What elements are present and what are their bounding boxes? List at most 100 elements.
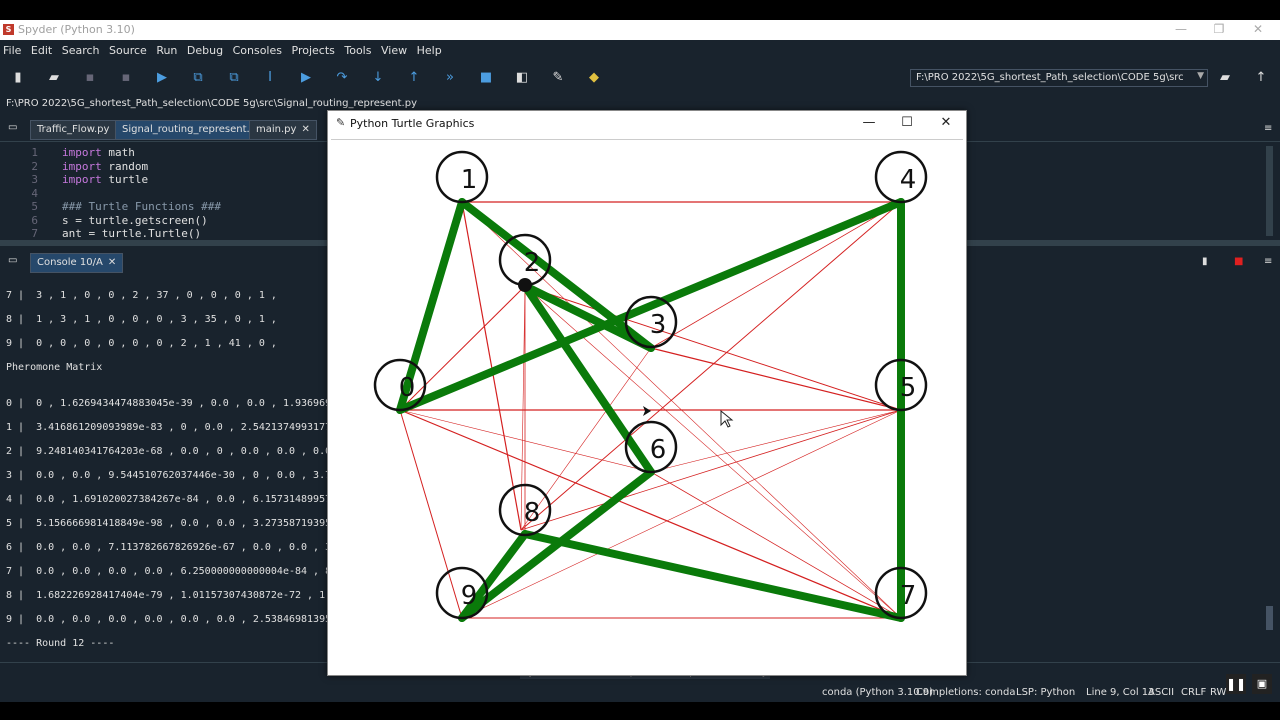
menu-debug[interactable]: Debug [184, 40, 226, 57]
console-output-line: 6 | 0.0 , 0.0 , 7.113782667826926e-67 , … [6, 542, 368, 553]
menu-tools[interactable]: Tools [341, 40, 374, 57]
feather-icon: ✎ [336, 116, 346, 129]
maximize-button[interactable]: ❐ [1204, 22, 1234, 38]
code-keyword: import [62, 146, 102, 159]
tab-console[interactable]: Console 10/A ✕ [30, 253, 124, 273]
close-tab-icon[interactable]: ✕ [108, 257, 116, 268]
turtle-canvas[interactable]: 1 2 3 4 0 5 6 8 9 7 [331, 139, 963, 673]
step-icon[interactable]: ↷ [333, 69, 351, 87]
code-text: turtle [101, 173, 149, 186]
node-label: 3 [650, 310, 667, 340]
status-lsp: LSP: Python [1016, 687, 1076, 698]
menu-bar: File Edit Search Source Run Debug Consol… [0, 40, 1280, 61]
browse-console-tabs-icon[interactable]: ▭ [6, 253, 19, 273]
close-button[interactable]: ✕ [1243, 22, 1273, 38]
console-output-line: Pheromone Matrix [6, 362, 103, 373]
status-permissions: RW [1210, 687, 1227, 698]
turtle-minimize-button[interactable]: — [854, 115, 884, 133]
edge [650, 409, 902, 473]
screen-top-bar [0, 0, 1280, 20]
edge [399, 409, 463, 619]
chevron-down-icon: ▼ [1197, 71, 1204, 81]
run-icon[interactable]: ▶ [153, 69, 171, 87]
node-label: 5 [900, 373, 917, 403]
turtle-graphics-window[interactable]: ✎ Python Turtle Graphics — ☐ ✕ 1 2 3 4 0… [327, 110, 967, 676]
edge [520, 409, 902, 531]
continue-icon[interactable]: » [441, 69, 459, 87]
line-number: 5 [31, 200, 38, 213]
menu-file[interactable]: File [0, 40, 24, 57]
step-return-icon[interactable]: ↑ [405, 69, 423, 87]
tab-label: Signal_routing_represent.py [122, 124, 262, 135]
new-file-icon[interactable]: ▮ [9, 69, 27, 87]
edge [524, 285, 902, 411]
browse-folder-icon[interactable]: ▰ [1216, 69, 1234, 87]
maximize-pane-icon[interactable]: ◧ [513, 69, 531, 87]
node-label: 1 [461, 165, 478, 195]
turtle-window-title: Python Turtle Graphics [350, 117, 475, 130]
menu-help[interactable]: Help [414, 40, 445, 57]
path-segment [521, 530, 905, 622]
step-into-icon[interactable]: ↓ [369, 69, 387, 87]
python-path-icon[interactable]: ◆ [585, 69, 603, 87]
fullscreen-icon[interactable]: ▣ [1252, 674, 1272, 694]
save-icon[interactable]: ▪ [81, 69, 99, 87]
code-keyword: import [62, 173, 102, 186]
code-keyword: import [62, 159, 102, 173]
line-number: 3 [31, 173, 38, 186]
turtle-title-bar: ✎ Python Turtle Graphics — ☐ ✕ [328, 111, 966, 137]
menu-source[interactable]: Source [106, 40, 150, 57]
console-options-menu-icon[interactable]: ≡ [1258, 253, 1278, 273]
menu-projects[interactable]: Projects [289, 40, 338, 57]
interrupt-kernel-icon[interactable]: ■ [1228, 253, 1249, 273]
parent-dir-icon[interactable]: ↑ [1252, 69, 1270, 87]
edge [650, 471, 902, 619]
save-all-icon[interactable]: ▪ [117, 69, 135, 87]
menu-search[interactable]: Search [59, 40, 103, 57]
ant-turtle-icon [518, 278, 532, 292]
open-file-icon[interactable]: ▰ [45, 69, 63, 87]
node-label: 9 [461, 581, 478, 611]
mouse-pointer-icon [720, 409, 734, 428]
pause-icon[interactable]: ❚❚ [1226, 674, 1246, 694]
close-tab-icon[interactable]: ✕ [301, 124, 309, 135]
menu-view[interactable]: View [378, 40, 410, 57]
node-label: 0 [399, 373, 416, 403]
node-label: 2 [524, 248, 541, 278]
console-output-line: 9 | 0.0 , 0.0 , 0.0 , 0.0 , 0.0 , 0.0 , … [6, 614, 368, 625]
status-bar: conda (Python 3.10.9) Completions: conda… [0, 684, 1280, 702]
tab-main[interactable]: main.py ✕ [249, 120, 317, 140]
turtle-close-button[interactable]: ✕ [931, 115, 961, 133]
tab-label: Traffic_Flow.py [37, 124, 110, 135]
edge [520, 285, 526, 531]
menu-edit[interactable]: Edit [28, 40, 55, 57]
menu-run[interactable]: Run [153, 40, 180, 57]
status-completions: Completions: conda [916, 687, 1016, 698]
run-cell-icon[interactable]: ⧉ [189, 69, 207, 87]
console-scrollbar[interactable] [1266, 606, 1273, 630]
editor-options-menu-icon[interactable]: ≡ [1258, 120, 1278, 140]
run-selection-icon[interactable]: I [261, 69, 279, 87]
stop-icon[interactable]: ■ [477, 69, 495, 87]
console-output-line: 8 | 1 , 3 , 1 , 0 , 0 , 0 , 3 , 35 , 0 ,… [6, 314, 277, 325]
working-directory-combo[interactable]: F:\PRO 2022\5G_shortest_Path_selection\C… [910, 69, 1208, 87]
editor-scrollbar[interactable] [1266, 146, 1273, 236]
browse-tabs-icon[interactable]: ▭ [6, 120, 19, 140]
preferences-wrench-icon[interactable]: ✎ [549, 69, 567, 87]
console-output-line: 2 | 9.248140341764203e-68 , 0.0 , 0 , 0.… [6, 446, 368, 457]
code-text: ant = turtle.Turtle() [62, 227, 202, 240]
minimize-button[interactable]: — [1166, 22, 1196, 38]
console-output-line: ---- Round 12 ---- [6, 638, 115, 649]
menu-consoles[interactable]: Consoles [230, 40, 285, 57]
node-label: 7 [900, 581, 917, 611]
debug-icon[interactable]: ▶ [297, 69, 315, 87]
run-cell-advance-icon[interactable]: ⧉ [225, 69, 243, 87]
console-output-line: 0 | 0 , 1.6269434474883045e-39 , 0.0 , 0… [6, 398, 368, 409]
turtle-maximize-button[interactable]: ☐ [892, 115, 922, 133]
node-label: 6 [650, 435, 667, 465]
path-segment [396, 198, 905, 414]
status-cursor: Line 9, Col 13 [1086, 687, 1155, 698]
code-text: math [101, 146, 135, 159]
edge [650, 347, 902, 411]
clear-console-icon[interactable]: ▮ [1196, 253, 1214, 273]
